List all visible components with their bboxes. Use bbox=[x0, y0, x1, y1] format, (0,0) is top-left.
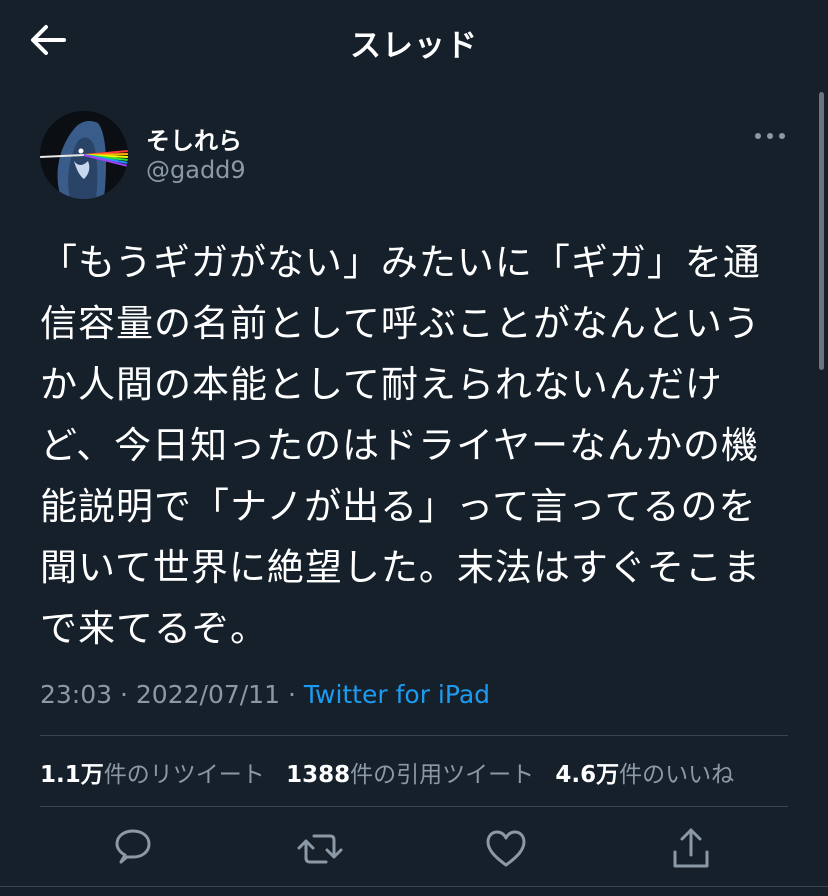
tweet-stats: 1.1万件のリツイート 1388件の引用ツイート 4.6万件のいいね bbox=[40, 755, 748, 789]
divider bbox=[40, 735, 788, 736]
heart-icon bbox=[486, 830, 526, 867]
reply-button[interactable] bbox=[105, 822, 161, 876]
tweet-time[interactable]: 23:03 bbox=[40, 680, 112, 709]
page-title: スレッド bbox=[350, 28, 478, 64]
likes-label: 件のいいね bbox=[619, 762, 735, 788]
divider bbox=[0, 886, 828, 887]
like-button[interactable] bbox=[478, 822, 534, 876]
tweet-source-link[interactable]: Twitter for iPad bbox=[304, 680, 490, 709]
share-icon bbox=[673, 828, 709, 868]
tweet-meta: 23:03 · 2022/07/11 · Twitter for iPad bbox=[40, 680, 490, 709]
tweet-text: 「もうギガがない」みたいに「ギガ」を通 信容量の名前として呼ぶことがなんという … bbox=[40, 241, 761, 650]
tweet-actions bbox=[0, 822, 828, 876]
retweets-count: 1.1万 bbox=[40, 762, 104, 788]
divider bbox=[40, 806, 788, 807]
meta-separator: · bbox=[120, 680, 128, 709]
meta-separator: · bbox=[287, 680, 296, 709]
more-button[interactable] bbox=[750, 122, 790, 150]
share-button[interactable] bbox=[663, 822, 719, 876]
display-name[interactable]: そしれら bbox=[146, 121, 242, 156]
user-handle[interactable]: @gadd9 bbox=[146, 156, 246, 184]
avatar[interactable] bbox=[40, 111, 128, 199]
likes-stat[interactable]: 4.6万件のいいね bbox=[555, 762, 734, 788]
likes-count: 4.6万 bbox=[555, 762, 620, 788]
scrollbar[interactable] bbox=[819, 92, 824, 370]
more-horizontal-icon bbox=[755, 133, 785, 139]
tweet-date[interactable]: 2022/07/11 bbox=[136, 680, 280, 709]
quotes-label: 件の引用ツイート bbox=[350, 762, 535, 788]
quotes-count: 1388 bbox=[286, 762, 351, 788]
avatar-prism-icon bbox=[40, 111, 128, 199]
retweets-stat[interactable]: 1.1万件のリツイート bbox=[40, 762, 265, 788]
retweet-button[interactable] bbox=[292, 822, 348, 876]
reply-icon bbox=[115, 829, 151, 864]
retweets-label: 件のリツイート bbox=[103, 762, 265, 788]
header: スレッド bbox=[0, 0, 828, 80]
retweet-icon bbox=[297, 834, 343, 864]
quotes-stat[interactable]: 1388件の引用ツイート bbox=[286, 762, 534, 788]
